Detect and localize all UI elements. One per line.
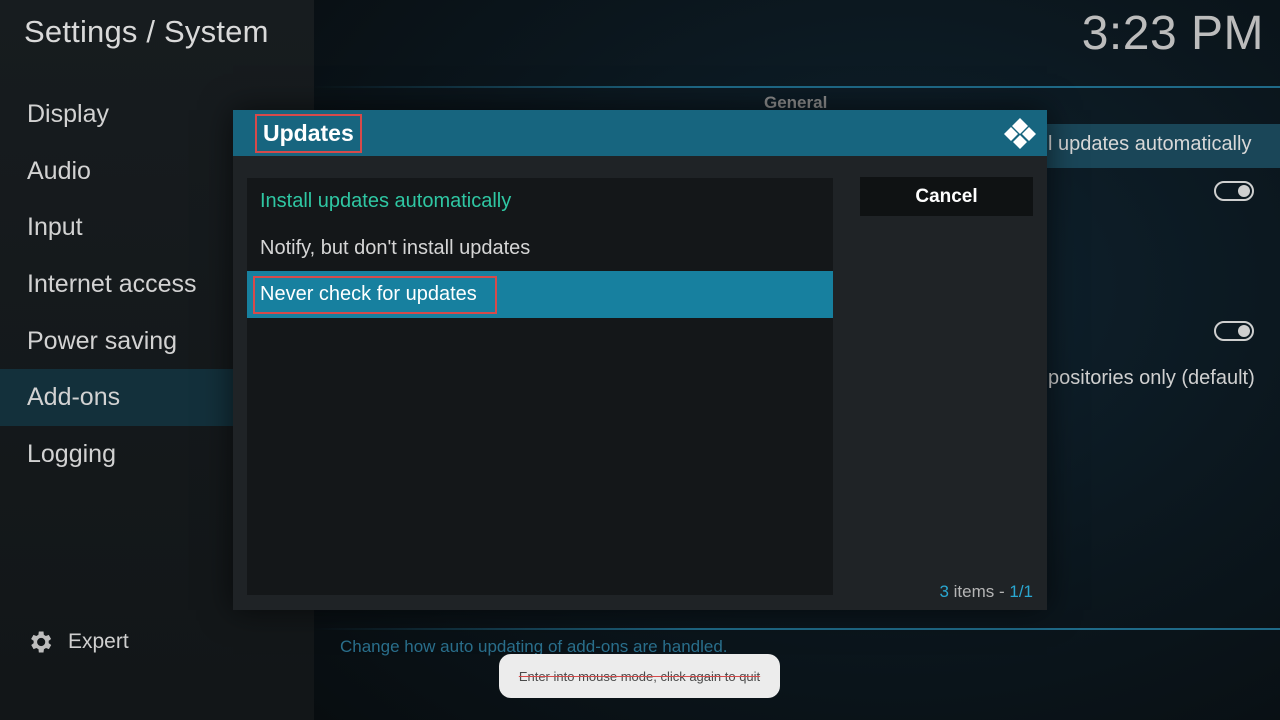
divider-top bbox=[314, 86, 1280, 88]
divider-bottom bbox=[314, 628, 1280, 630]
settings-row-updates-value[interactable]: l updates automatically bbox=[1048, 133, 1251, 156]
settings-level-button[interactable]: Expert bbox=[26, 628, 129, 656]
toggle-switch[interactable] bbox=[1214, 321, 1254, 341]
toast-notification: Enter into mouse mode, click again to qu… bbox=[499, 654, 780, 698]
toggle-switch[interactable] bbox=[1214, 181, 1254, 201]
toast-text: Enter into mouse mode, click again to qu… bbox=[518, 668, 761, 684]
cancel-button[interactable]: Cancel bbox=[860, 177, 1033, 216]
option-install-automatically[interactable]: Install updates automatically bbox=[247, 178, 833, 225]
screen: 3:23 PM General l updates automatically … bbox=[0, 0, 1280, 720]
dialog-header: Updates bbox=[233, 110, 1047, 156]
kodi-logo-icon bbox=[1004, 118, 1036, 149]
item-count-text: items - bbox=[948, 582, 1010, 601]
clock: 3:23 PM bbox=[1081, 7, 1264, 60]
options-list: Install updates automatically Notify, bu… bbox=[247, 178, 833, 595]
page-title: Settings / System bbox=[24, 14, 269, 49]
item-count-page: 1/1 bbox=[1009, 582, 1033, 601]
item-count-number: 3 bbox=[939, 582, 949, 601]
dialog-title: Updates bbox=[255, 114, 362, 153]
updates-dialog: Updates Install updates automatically No… bbox=[233, 110, 1047, 610]
settings-level-label: Expert bbox=[68, 630, 129, 653]
settings-row-repositories-value[interactable]: positories only (default) bbox=[1048, 367, 1255, 390]
option-notify-only[interactable]: Notify, but don't install updates bbox=[247, 225, 833, 272]
option-never-check[interactable]: Never check for updates bbox=[247, 271, 833, 319]
gear-icon bbox=[31, 631, 52, 653]
option-never-check-label: Never check for updates bbox=[260, 283, 477, 306]
item-count: 3 items - 1/1 bbox=[939, 582, 1033, 602]
